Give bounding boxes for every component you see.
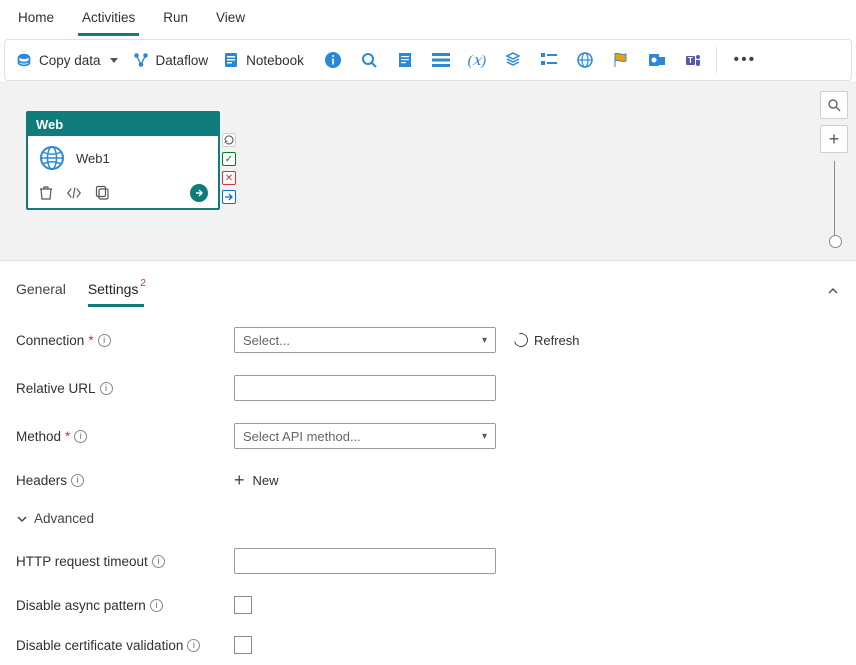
copy-data-button[interactable]: Copy data [15,51,118,69]
refresh-label: Refresh [534,333,580,348]
plus-icon: + [234,471,245,489]
checklist-icon[interactable] [540,51,558,69]
method-select-placeholder: Select API method... [243,429,361,444]
disable-cert-checkbox[interactable] [234,636,252,654]
handle-success-icon[interactable]: ✓ [222,152,236,166]
advanced-toggle[interactable]: Advanced [16,511,840,526]
activity-detail-panel: General Settings2 Connection * i Select.… [0,261,856,664]
disable-async-row: Disable async pattern i [16,596,840,614]
connection-label: Connection [16,333,84,348]
chevron-down-icon: ▾ [482,335,487,346]
http-timeout-label: HTTP request timeout [16,554,148,569]
disable-cert-row: Disable certificate validation i [16,636,840,654]
code-activity-icon[interactable] [66,185,82,201]
disable-cert-label: Disable certificate validation [16,638,183,653]
activity-name-label: Web1 [76,151,110,166]
info-icon[interactable]: i [74,430,87,443]
panel-tabs: General Settings2 [16,275,144,307]
tab-home[interactable]: Home [14,4,58,36]
delete-activity-icon[interactable] [38,185,54,201]
dataflow-button[interactable]: Dataflow [132,51,209,69]
refresh-icon [511,330,530,349]
list-icon[interactable] [432,51,450,69]
new-label: New [253,473,279,488]
http-timeout-row: HTTP request timeout i [16,548,840,574]
outlook-icon[interactable] [648,51,666,69]
handle-completion-icon[interactable] [222,190,236,204]
chevron-down-icon: ▾ [482,431,487,442]
toolbar-overflow-button[interactable]: ••• [731,51,759,69]
canvas-zoom-slider[interactable] [820,159,848,241]
method-label: Method [16,429,61,444]
toolbar-separator [716,47,717,73]
relative-url-row: Relative URL i [16,375,840,401]
notebook-button[interactable]: Notebook [222,51,304,69]
notebook-label: Notebook [246,53,304,68]
activity-output-handles: ✓ ✕ [222,133,236,204]
handle-skip-icon[interactable] [222,133,236,147]
http-timeout-input[interactable] [234,548,496,574]
panel-collapse-button[interactable] [826,284,840,298]
headers-row: Headers i + New [16,471,840,489]
refresh-button[interactable]: Refresh [514,333,580,348]
top-tabs: Home Activities Run View [0,0,856,37]
info-icon[interactable]: i [150,599,163,612]
chevron-down-icon [16,513,28,525]
teams-icon[interactable]: T [684,51,702,69]
handle-failure-icon[interactable]: ✕ [222,171,236,185]
panel-tab-settings-label: Settings [88,281,139,297]
tab-run[interactable]: Run [159,4,192,36]
copy-data-icon [15,51,33,69]
variable-icon[interactable]: (𝑥) [468,51,486,69]
info-icon[interactable] [324,51,342,69]
toolbar: Copy data Dataflow Notebook (𝑥) T ••• [4,39,852,81]
flag-icon[interactable] [612,51,630,69]
info-icon[interactable]: i [100,382,113,395]
headers-label: Headers [16,473,67,488]
relative-url-input[interactable] [234,375,496,401]
canvas-search-button[interactable] [820,91,848,119]
search-icon[interactable] [360,51,378,69]
copy-data-label: Copy data [39,53,101,68]
connection-select[interactable]: Select... ▾ [234,327,496,353]
connection-select-placeholder: Select... [243,333,290,348]
new-header-button[interactable]: + New [234,471,279,489]
required-marker: * [88,333,93,348]
required-marker: * [65,429,70,444]
globe-icon[interactable] [576,51,594,69]
activity-type-label: Web [28,113,218,136]
run-activity-icon[interactable] [190,184,208,202]
info-icon[interactable]: i [152,555,165,568]
dataflow-label: Dataflow [156,53,209,68]
info-icon[interactable]: i [71,474,84,487]
pipeline-canvas[interactable]: Web Web1 ✓ [0,81,856,261]
dataflow-icon [132,51,150,69]
tab-view[interactable]: View [212,4,249,36]
panel-tab-general[interactable]: General [16,275,66,307]
info-icon[interactable]: i [98,334,111,347]
svg-text:T: T [688,56,693,65]
toolbar-icon-row: (𝑥) T [324,51,702,69]
disable-async-label: Disable async pattern [16,598,146,613]
method-row: Method * i Select API method... ▾ [16,423,840,449]
advanced-label: Advanced [34,511,94,526]
script-icon[interactable] [396,51,414,69]
panel-tab-settings[interactable]: Settings2 [88,275,144,307]
canvas-add-button[interactable]: + [820,125,848,153]
tab-activities[interactable]: Activities [78,4,139,36]
canvas-side-tools: + [820,91,848,241]
notebook-icon [222,51,240,69]
copy-activity-icon[interactable] [94,185,110,201]
databricks-icon[interactable] [504,51,522,69]
web-activity-card[interactable]: Web Web1 [26,111,220,210]
relative-url-label: Relative URL [16,381,96,396]
disable-async-checkbox[interactable] [234,596,252,614]
web-activity-icon [38,144,66,172]
settings-error-badge: 2 [140,278,146,289]
settings-form: Connection * i Select... ▾ Refresh Relat… [10,307,846,654]
connection-row: Connection * i Select... ▾ Refresh [16,327,840,353]
method-select[interactable]: Select API method... ▾ [234,423,496,449]
info-icon[interactable]: i [187,639,200,652]
